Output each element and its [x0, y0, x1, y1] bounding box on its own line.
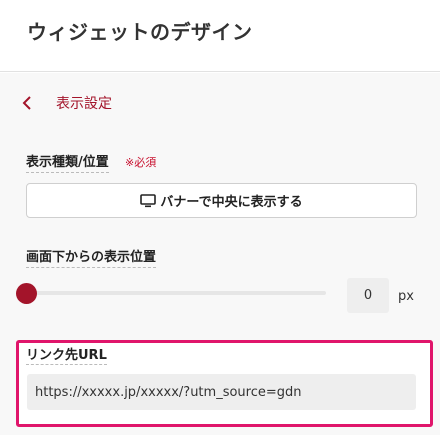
position-unit: px: [398, 289, 414, 304]
link-url-input[interactable]: [27, 374, 416, 410]
back-label: 表示設定: [56, 96, 112, 112]
monitor-icon: [140, 193, 157, 207]
link-url-label: リンク先URL: [26, 348, 107, 365]
required-badge: ※必須: [125, 156, 157, 169]
position-slider-track[interactable]: [26, 291, 326, 295]
display-type-label: 表示種類/位置: [26, 155, 109, 173]
display-type-button-label: バナーで中央に表示する: [160, 195, 303, 210]
position-slider-thumb[interactable]: [16, 283, 37, 304]
chevron-left-icon: [22, 96, 31, 110]
back-button[interactable]: 表示設定: [20, 90, 112, 116]
header: ウィジェットのデザイン: [0, 0, 440, 72]
position-label: 画面下からの表示位置: [26, 250, 157, 268]
page-title: ウィジェットのデザイン: [27, 20, 253, 44]
display-type-button[interactable]: バナーで中央に表示する: [26, 183, 417, 218]
position-input[interactable]: [347, 278, 389, 313]
